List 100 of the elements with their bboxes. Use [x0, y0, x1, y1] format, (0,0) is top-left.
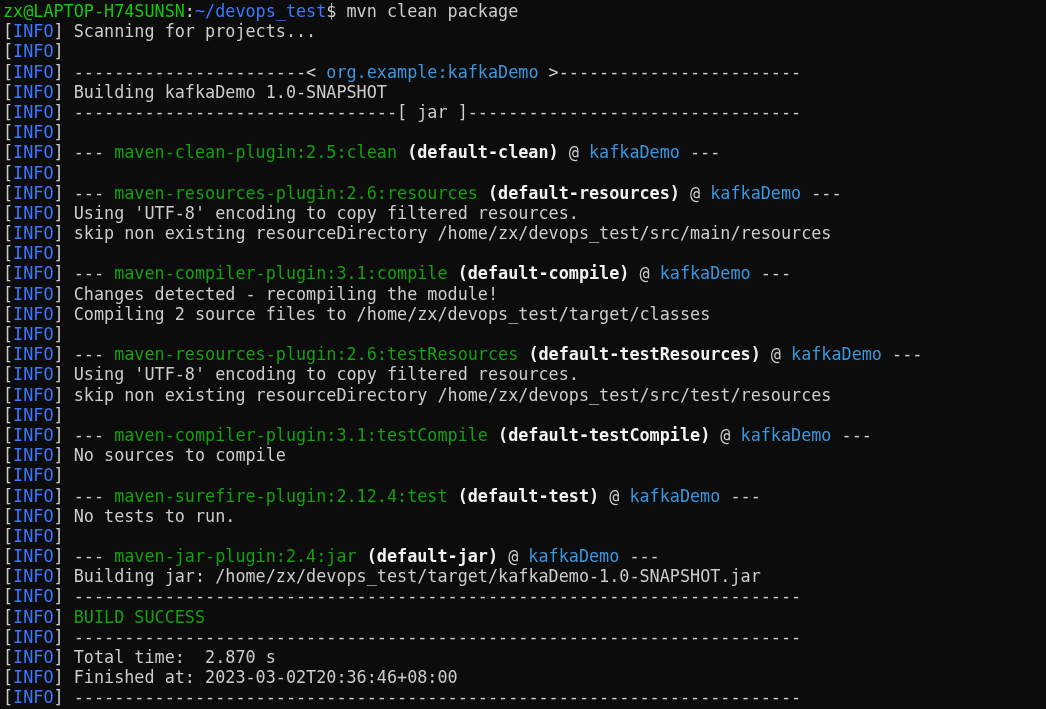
log-level: [INFO] — [3, 667, 64, 688]
log-level: [INFO] — [3, 182, 64, 203]
log-message: No tests to run. — [73, 505, 236, 526]
plugin-goal: maven-resources-plugin:2.6:testResources — [114, 344, 519, 365]
log-message: ------------------------------------------------------------------------ — [73, 687, 802, 708]
execution-id: (default-test) — [457, 485, 600, 506]
log-level: [INFO] — [3, 485, 64, 506]
log-level: [INFO] — [3, 21, 64, 42]
project-name: kafkaDemo — [589, 142, 680, 163]
project-name: kafkaDemo — [629, 485, 721, 506]
log-level: [INFO] — [3, 101, 64, 123]
log-message: Changes detected - recompiling the module! — [73, 283, 499, 304]
log-level: [INFO] — [3, 283, 64, 304]
log-level: [INFO] — [3, 525, 64, 547]
plugin-goal: maven-jar-plugin:2.4:jar — [114, 546, 357, 567]
plugin-goal: maven-compiler-plugin:3.1:compile — [114, 263, 448, 284]
log-message: --- — [690, 142, 721, 163]
log-level: [INFO] — [3, 243, 64, 264]
build-status: BUILD SUCCESS — [73, 606, 206, 627]
log-message: Finished at: 2023-03-02T20:36:46+08:00 — [73, 667, 458, 688]
log-message: @ — [720, 424, 731, 446]
log-level: [INFO] — [3, 566, 64, 587]
log-message: --- — [760, 263, 792, 284]
log-level: [INFO] — [3, 41, 64, 62]
log-message: --- — [73, 344, 105, 365]
log-level: [INFO] — [3, 303, 64, 324]
log-level: [INFO] — [3, 202, 64, 224]
log-message: --- — [730, 485, 761, 506]
log-message: @ — [690, 182, 701, 203]
log-level: [INFO] — [3, 122, 64, 143]
log-message: --- — [73, 546, 105, 567]
execution-id: (default-resources) — [487, 182, 680, 203]
execution-id: (default-clean) — [407, 142, 559, 163]
log-message: Building kafkaDemo 1.0-SNAPSHOT — [73, 81, 387, 102]
execution-id: (default-compile) — [457, 263, 630, 284]
log-level: [INFO] — [3, 546, 64, 567]
log-level: [INFO] — [3, 465, 64, 486]
log-message: Scanning for projects... — [73, 21, 317, 42]
log-level: [INFO] — [3, 324, 64, 345]
log-level: [INFO] — [3, 263, 64, 284]
log-message: ------------------------------------------------------------------------ — [73, 626, 802, 647]
log-level: [INFO] — [3, 586, 64, 607]
log-level: [INFO] — [3, 424, 64, 446]
log-message: >------------------------ — [548, 61, 802, 82]
log-level: [INFO] — [3, 445, 64, 466]
log-message: --- — [73, 263, 105, 284]
project-name: kafkaDemo — [791, 344, 882, 365]
log-message: --- — [73, 424, 105, 446]
log-level: [INFO] — [3, 162, 64, 183]
log-level: [INFO] — [3, 344, 64, 365]
log-message: --- — [811, 182, 842, 203]
log-level: [INFO] — [3, 626, 64, 647]
prompt-user: zx@LAPTOP-H74SUNSN — [3, 1, 185, 22]
project-name: kafkaDemo — [710, 182, 802, 203]
project-name: org.example:kafkaDemo — [326, 61, 539, 82]
log-level: [INFO] — [3, 404, 64, 425]
execution-id: (default-jar) — [366, 546, 499, 567]
project-name: kafkaDemo — [740, 424, 832, 446]
log-message: --- — [73, 182, 105, 203]
log-message: --- — [73, 142, 105, 163]
command-text: mvn clean package — [346, 1, 519, 22]
log-message: ------------------------------------------------------------------------ — [73, 586, 802, 607]
log-message: --- — [629, 546, 660, 567]
plugin-goal: maven-compiler-plugin:3.1:testCompile — [114, 424, 488, 446]
log-message: @ — [639, 263, 650, 284]
log-level: [INFO] — [3, 384, 64, 405]
log-message: --- — [892, 344, 923, 365]
plugin-goal: maven-resources-plugin:2.6:resources — [114, 182, 478, 203]
log-message: Using 'UTF-8' encoding to copy filtered resources. — [73, 364, 579, 385]
plugin-goal: maven-surefire-plugin:2.12.4:test — [114, 485, 448, 506]
log-level: [INFO] — [3, 223, 64, 244]
log-level: [INFO] — [3, 606, 64, 627]
log-message: Building jar: /home/zx/devops_test/target/kafkaDemo-1.0-SNAPSHOT.jar — [73, 566, 761, 587]
log-message: -----------------------< — [73, 61, 317, 82]
log-level: [INFO] — [3, 81, 64, 102]
log-message: No sources to compile — [73, 445, 286, 466]
log-message: Using 'UTF-8' encoding to copy filtered resources. — [73, 202, 579, 224]
prompt-symbol: $ — [326, 1, 337, 22]
log-message: Compiling 2 source files to /home/zx/devops_test/target/classes — [73, 303, 711, 324]
log-message: @ — [568, 142, 579, 163]
execution-id: (default-testResources) — [528, 344, 761, 365]
log-level: [INFO] — [3, 687, 64, 708]
log-message: skip non existing resourceDirectory /home/zx/devops_test/src/main/resources — [73, 223, 832, 244]
log-message: @ — [609, 485, 620, 506]
log-message: @ — [508, 546, 519, 567]
log-level: [INFO] — [3, 142, 64, 163]
execution-id: (default-testCompile) — [498, 424, 711, 446]
project-name: kafkaDemo — [659, 263, 751, 284]
log-level: [INFO] — [3, 61, 64, 82]
log-message: --- — [73, 485, 105, 506]
log-level: [INFO] — [3, 364, 64, 385]
log-message: --- — [841, 424, 872, 446]
prompt-path: ~/devops_test — [194, 1, 327, 22]
log-message: Total time: 2.870 s — [73, 647, 276, 668]
log-level: [INFO] — [3, 647, 64, 668]
plugin-goal: maven-clean-plugin:2.5:clean — [114, 142, 398, 163]
log-message: --------------------------------[ jar ]--------------------------------- — [73, 101, 802, 123]
prompt-separator: : — [184, 1, 195, 22]
log-message: skip non existing resourceDirectory /home/zx/devops_test/src/test/resources — [73, 384, 832, 405]
log-message: @ — [770, 344, 781, 365]
